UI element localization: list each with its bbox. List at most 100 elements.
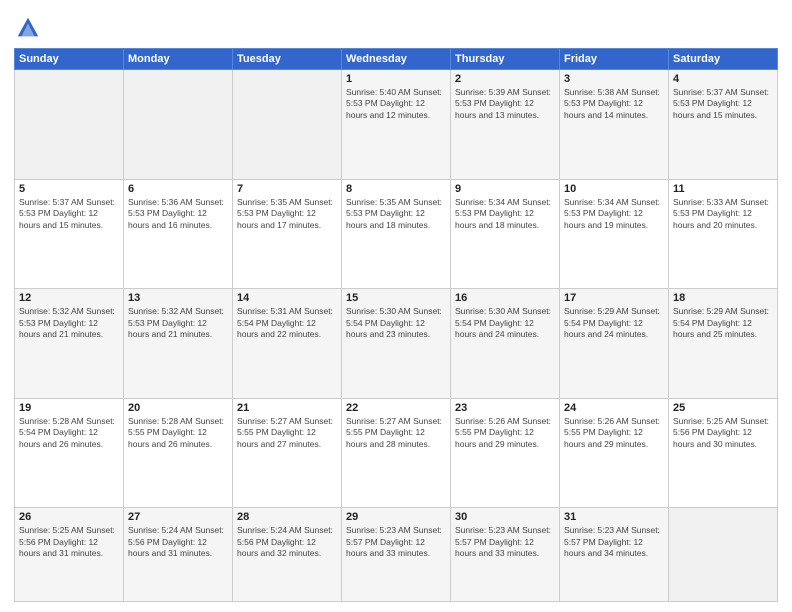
calendar-cell: 10 Sunrise: 5:34 AM Sunset: 5:53 PM Dayli… [560,179,669,289]
day-info: Sunrise: 5:35 AM Sunset: 5:53 PM Dayligh… [237,197,337,231]
calendar-table: SundayMondayTuesdayWednesdayThursdayFrid… [14,48,778,602]
calendar-cell: 24 Sunrise: 5:26 AM Sunset: 5:55 PM Dayli… [560,398,669,508]
day-number: 27 [128,511,228,523]
logo [14,14,46,42]
day-number: 29 [346,511,446,523]
day-number: 20 [128,402,228,414]
day-number: 10 [564,183,664,195]
calendar-cell: 16 Sunrise: 5:30 AM Sunset: 5:54 PM Dayli… [451,289,560,399]
day-number: 18 [673,292,773,304]
calendar-cell: 6 Sunrise: 5:36 AM Sunset: 5:53 PM Daylig… [124,179,233,289]
day-info: Sunrise: 5:28 AM Sunset: 5:54 PM Dayligh… [19,416,119,450]
calendar-header-thursday: Thursday [451,49,560,70]
day-info: Sunrise: 5:29 AM Sunset: 5:54 PM Dayligh… [673,306,773,340]
day-info: Sunrise: 5:35 AM Sunset: 5:53 PM Dayligh… [346,197,446,231]
calendar-cell: 5Sunrise: 5:37 AM Sunset: 5:53 PM Daylig… [15,179,124,289]
day-number: 8 [346,183,446,195]
calendar-cell: 12 Sunrise: 5:32 AM Sunset: 5:53 PM Dayli… [15,289,124,399]
day-info: Sunrise: 5:37 AM Sunset: 5:53 PM Dayligh… [673,87,773,121]
day-number: 6 [128,183,228,195]
logo-icon [14,14,42,42]
day-info: Sunrise: 5:26 AM Sunset: 5:55 PM Dayligh… [564,416,664,450]
page: SundayMondayTuesdayWednesdayThursdayFrid… [0,0,792,612]
calendar-cell [669,508,778,602]
calendar-cell: 29Sunrise: 5:23 AM Sunset: 5:57 PM Dayli… [342,508,451,602]
day-number: 26 [19,511,119,523]
calendar-header-row: SundayMondayTuesdayWednesdayThursdayFrid… [15,49,778,70]
day-info: Sunrise: 5:39 AM Sunset: 5:53 PM Dayligh… [455,87,555,121]
day-number: 13 [128,292,228,304]
calendar-cell: 26Sunrise: 5:25 AM Sunset: 5:56 PM Dayli… [15,508,124,602]
calendar-header-sunday: Sunday [15,49,124,70]
calendar-cell: 4 Sunrise: 5:37 AM Sunset: 5:53 PM Daylig… [669,70,778,180]
day-number: 9 [455,183,555,195]
calendar-cell: 17 Sunrise: 5:29 AM Sunset: 5:54 PM Dayli… [560,289,669,399]
day-info: Sunrise: 5:30 AM Sunset: 5:54 PM Dayligh… [455,306,555,340]
calendar-cell: 7 Sunrise: 5:35 AM Sunset: 5:53 PM Daylig… [233,179,342,289]
day-number: 11 [673,183,773,195]
day-number: 15 [346,292,446,304]
day-number: 1 [346,73,446,85]
day-info: Sunrise: 5:23 AM Sunset: 5:57 PM Dayligh… [564,525,664,559]
day-number: 4 [673,73,773,85]
day-number: 30 [455,511,555,523]
day-number: 31 [564,511,664,523]
header [14,10,778,42]
calendar-cell [233,70,342,180]
day-number: 19 [19,402,119,414]
calendar-cell: 23 Sunrise: 5:26 AM Sunset: 5:55 PM Dayli… [451,398,560,508]
day-number: 24 [564,402,664,414]
day-info: Sunrise: 5:23 AM Sunset: 5:57 PM Dayligh… [455,525,555,559]
calendar-cell: 9 Sunrise: 5:34 AM Sunset: 5:53 PM Daylig… [451,179,560,289]
calendar-header-monday: Monday [124,49,233,70]
calendar-cell: 13 Sunrise: 5:32 AM Sunset: 5:53 PM Dayli… [124,289,233,399]
day-number: 2 [455,73,555,85]
day-info: Sunrise: 5:34 AM Sunset: 5:53 PM Dayligh… [564,197,664,231]
calendar-cell: 14 Sunrise: 5:31 AM Sunset: 5:54 PM Dayli… [233,289,342,399]
calendar-cell: 31 Sunrise: 5:23 AM Sunset: 5:57 PM Dayli… [560,508,669,602]
calendar-cell [124,70,233,180]
calendar-week-row: 26Sunrise: 5:25 AM Sunset: 5:56 PM Dayli… [15,508,778,602]
calendar-cell: 18 Sunrise: 5:29 AM Sunset: 5:54 PM Dayli… [669,289,778,399]
calendar-cell: 15 Sunrise: 5:30 AM Sunset: 5:54 PM Dayli… [342,289,451,399]
calendar-header-tuesday: Tuesday [233,49,342,70]
day-info: Sunrise: 5:40 AM Sunset: 5:53 PM Dayligh… [346,87,446,121]
calendar-cell [15,70,124,180]
day-info: Sunrise: 5:33 AM Sunset: 5:53 PM Dayligh… [673,197,773,231]
day-info: Sunrise: 5:27 AM Sunset: 5:55 PM Dayligh… [346,416,446,450]
day-number: 12 [19,292,119,304]
calendar-cell: 21Sunrise: 5:27 AM Sunset: 5:55 PM Dayli… [233,398,342,508]
day-info: Sunrise: 5:29 AM Sunset: 5:54 PM Dayligh… [564,306,664,340]
calendar-cell: 19 Sunrise: 5:28 AM Sunset: 5:54 PM Dayli… [15,398,124,508]
calendar-week-row: 12 Sunrise: 5:32 AM Sunset: 5:53 PM Dayli… [15,289,778,399]
day-info: Sunrise: 5:36 AM Sunset: 5:53 PM Dayligh… [128,197,228,231]
day-number: 14 [237,292,337,304]
calendar-week-row: 5Sunrise: 5:37 AM Sunset: 5:53 PM Daylig… [15,179,778,289]
calendar-cell: 1 Sunrise: 5:40 AM Sunset: 5:53 PM Daylig… [342,70,451,180]
calendar-cell: 8 Sunrise: 5:35 AM Sunset: 5:53 PM Daylig… [342,179,451,289]
day-info: Sunrise: 5:32 AM Sunset: 5:53 PM Dayligh… [128,306,228,340]
calendar-cell: 30 Sunrise: 5:23 AM Sunset: 5:57 PM Dayli… [451,508,560,602]
day-number: 23 [455,402,555,414]
day-number: 7 [237,183,337,195]
calendar-week-row: 19 Sunrise: 5:28 AM Sunset: 5:54 PM Dayli… [15,398,778,508]
day-number: 21 [237,402,337,414]
day-info: Sunrise: 5:24 AM Sunset: 5:56 PM Dayligh… [237,525,337,559]
day-info: Sunrise: 5:30 AM Sunset: 5:54 PM Dayligh… [346,306,446,340]
day-number: 22 [346,402,446,414]
day-info: Sunrise: 5:28 AM Sunset: 5:55 PM Dayligh… [128,416,228,450]
day-number: 3 [564,73,664,85]
day-info: Sunrise: 5:38 AM Sunset: 5:53 PM Dayligh… [564,87,664,121]
calendar-cell: 2 Sunrise: 5:39 AM Sunset: 5:53 PM Daylig… [451,70,560,180]
day-info: Sunrise: 5:26 AM Sunset: 5:55 PM Dayligh… [455,416,555,450]
day-info: Sunrise: 5:32 AM Sunset: 5:53 PM Dayligh… [19,306,119,340]
calendar-header-friday: Friday [560,49,669,70]
calendar-header-saturday: Saturday [669,49,778,70]
day-number: 17 [564,292,664,304]
calendar-cell: 28Sunrise: 5:24 AM Sunset: 5:56 PM Dayli… [233,508,342,602]
calendar-cell: 3 Sunrise: 5:38 AM Sunset: 5:53 PM Daylig… [560,70,669,180]
day-number: 25 [673,402,773,414]
day-info: Sunrise: 5:34 AM Sunset: 5:53 PM Dayligh… [455,197,555,231]
day-number: 16 [455,292,555,304]
day-info: Sunrise: 5:31 AM Sunset: 5:54 PM Dayligh… [237,306,337,340]
